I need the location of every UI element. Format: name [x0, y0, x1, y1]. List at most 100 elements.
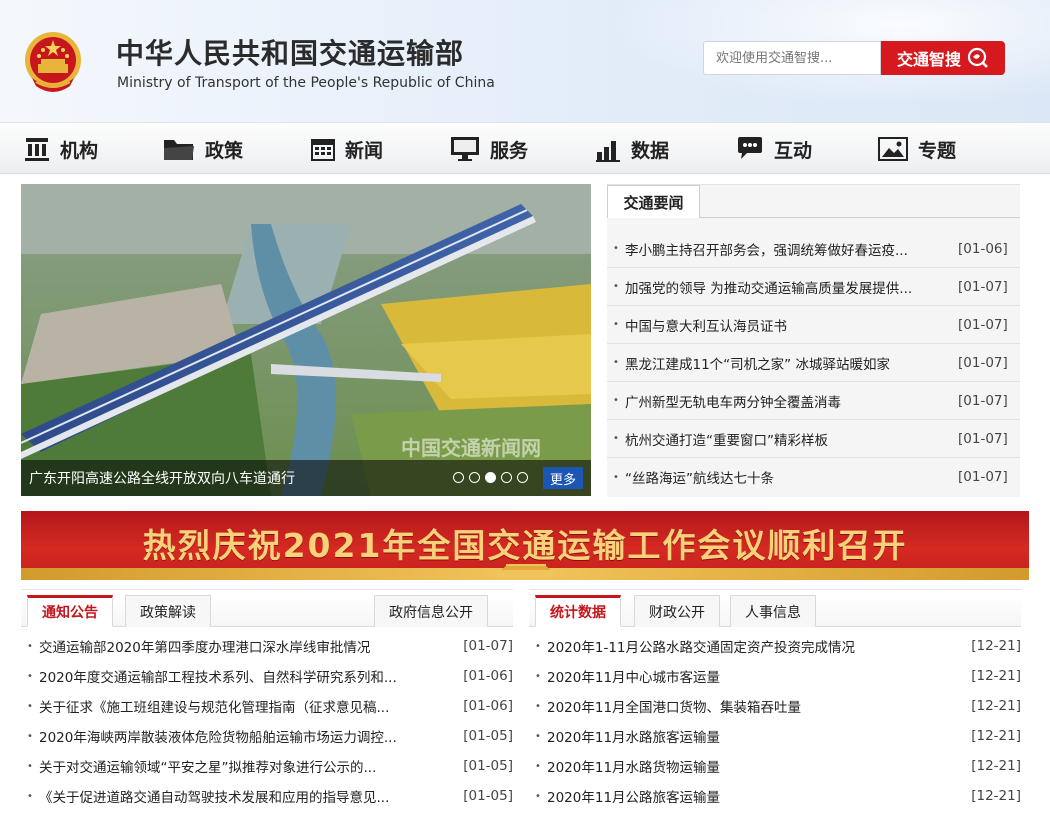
list-item[interactable]: • 2020年11月水路货物运输量 [12-21] — [529, 751, 1021, 781]
tab-notices[interactable]: 通知公告 — [27, 595, 113, 627]
notice-list: • 交通运输部2020年第四季度办理港口深水岸线审批情况 [01-07] • 2020… — [21, 631, 513, 811]
tab-policy-interpretation[interactable]: 政策解读 — [125, 595, 211, 627]
bar-chart-icon — [596, 141, 620, 162]
tab-statistics[interactable]: 统计数据 — [535, 595, 621, 627]
news-slider[interactable]: 中国交通新闻网 广东开阳高速公路全线开放双向八车道通行 更多 — [21, 184, 591, 496]
item-date: [12-21] — [971, 788, 1021, 804]
item-date: [01-05] — [463, 758, 513, 774]
nav-label: 服务 — [490, 139, 529, 162]
item-date: [12-21] — [971, 638, 1021, 654]
list-item[interactable]: • 2020年11月公路旅客运输量 [12-21] — [529, 781, 1021, 811]
slide-dot-active[interactable] — [485, 472, 496, 483]
item-date: [12-21] — [971, 668, 1021, 684]
news-item[interactable]: • 李小鹏主持召开部务会，强调统筹做好春运疫... [01-06] — [607, 230, 1020, 268]
item-title: 《关于促进道路交通自动驾驶技术发展和应用的指导意见... — [39, 790, 390, 806]
nav-item-institution[interactable]: 机构 — [24, 123, 98, 175]
news-title: 中国与意大利互认海员证书 — [625, 318, 787, 335]
slide-dot[interactable] — [501, 472, 512, 483]
chat-icon — [738, 137, 762, 159]
news-title: 杭州交通打造“重要窗口”精彩样板 — [625, 432, 828, 449]
nav-item-topics[interactable]: 专题 — [878, 123, 956, 175]
item-date: [01-06] — [463, 698, 513, 714]
news-item[interactable]: • 杭州交通打造“重要窗口”精彩样板 [01-07] — [607, 420, 1020, 458]
list-item[interactable]: • 2020年度交通运输部工程技术系列、自然科学研究系列和... [01-06] — [21, 661, 513, 691]
item-title: 交通运输部2020年第四季度办理港口深水岸线审批情况 — [39, 640, 371, 656]
site-title: 中华人民共和国交通运输部 — [116, 37, 465, 70]
list-item[interactable]: • 关于征求《施工班组建设与规范化管理指南（征求意见稿... [01-06] — [21, 691, 513, 721]
tab-government-info[interactable]: 政府信息公开 — [374, 595, 488, 627]
news-title: 李小鹏主持召开部务会，强调统筹做好春运疫... — [625, 242, 908, 259]
item-title: 2020年11月全国港口货物、集装箱吞吐量 — [547, 700, 802, 716]
list-item[interactable]: • 2020年1-11月公路水路交通固定资产投资完成情况 [12-21] — [529, 631, 1021, 661]
conference-banner[interactable]: 热烈庆祝2021年全国交通运输工作会议顺利召开 — [21, 511, 1029, 580]
nav-item-policy[interactable]: 政策 — [163, 123, 243, 175]
bullet: • — [613, 357, 619, 368]
bullet: • — [27, 790, 33, 802]
nav-label: 新闻 — [345, 139, 384, 162]
item-title: 2020年海峡两岸散装液体危险货物船舶运输市场运力调控... — [39, 730, 397, 746]
nav-item-data[interactable]: 数据 — [595, 123, 669, 175]
bullet: • — [535, 670, 541, 682]
bullet: • — [535, 700, 541, 712]
news-date: [01-07] — [958, 430, 1008, 447]
tab-transport-news[interactable]: 交通要闻 — [607, 185, 700, 218]
slide-caption-bar: 广东开阳高速公路全线开放双向八车道通行 更多 — [21, 460, 591, 496]
list-item[interactable]: • 2020年海峡两岸散装液体危险货物船舶运输市场运力调控... [01-05] — [21, 721, 513, 751]
slide-dot[interactable] — [517, 472, 528, 483]
tab-personnel[interactable]: 人事信息 — [730, 595, 816, 627]
news-item[interactable]: • 加强党的领导 为推动交通运输高质量发展提供... [01-07] — [607, 268, 1020, 306]
nav-label: 互动 — [774, 139, 813, 162]
item-date: [01-05] — [463, 788, 513, 804]
site-header: 中华人民共和国交通运输部 Ministry of Transport of th… — [0, 0, 1050, 122]
search-button[interactable]: 交通智搜 — [881, 41, 1005, 75]
news-title: 黑龙江建成11个“司机之家” 冰城驿站暖如家 — [625, 356, 890, 373]
list-item[interactable]: • 2020年11月中心城市客运量 [12-21] — [529, 661, 1021, 691]
item-title: 2020年11月水路货物运输量 — [547, 760, 721, 776]
news-item[interactable]: • 黑龙江建成11个“司机之家” 冰城驿站暖如家 [01-07] — [607, 344, 1020, 382]
list-item[interactable]: • 《关于促进道路交通自动驾驶技术发展和应用的指导意见... [01-05] — [21, 781, 513, 811]
bullet: • — [535, 640, 541, 652]
bullet: • — [613, 395, 619, 406]
nav-item-news[interactable]: 新闻 — [311, 123, 383, 175]
search-input[interactable] — [703, 41, 881, 75]
item-title: 关于征求《施工班组建设与规范化管理指南（征求意见稿... — [39, 700, 390, 716]
bullet: • — [27, 700, 33, 712]
nav-label: 政策 — [205, 139, 244, 162]
item-title: 关于对交通运输领域“平安之星”拟推荐对象进行公示的... — [39, 760, 377, 776]
bullet: • — [535, 760, 541, 772]
news-date: [01-07] — [958, 392, 1008, 409]
list-item[interactable]: • 2020年11月全国港口货物、集装箱吞吐量 [12-21] — [529, 691, 1021, 721]
nav-item-service[interactable]: 服务 — [450, 123, 528, 175]
bullet: • — [27, 640, 33, 652]
news-title: 加强党的领导 为推动交通运输高质量发展提供... — [625, 280, 913, 297]
slide-caption[interactable]: 广东开阳高速公路全线开放双向八车道通行 — [29, 468, 295, 488]
news-item[interactable]: • “丝路海运”航线达七十条 [01-07] — [607, 458, 1020, 496]
item-date: [01-05] — [463, 728, 513, 744]
tab-finance[interactable]: 财政公开 — [634, 595, 720, 627]
slide-dot[interactable] — [453, 472, 464, 483]
picture-icon — [878, 137, 908, 161]
statistics-panel: 统计数据 财政公开 人事信息 • 2020年1-11月公路水路交通固定资产投资完成… — [529, 589, 1021, 813]
list-item[interactable]: • 关于对交通运输领域“平安之星”拟推荐对象进行公示的... [01-05] — [21, 751, 513, 781]
national-emblem-icon[interactable] — [22, 28, 84, 96]
site-subtitle: Ministry of Transport of the People's Re… — [117, 75, 495, 91]
slide-pager — [453, 472, 528, 483]
list-item[interactable]: • 交通运输部2020年第四季度办理港口深水岸线审批情况 [01-07] — [21, 631, 513, 661]
item-title: 2020年11月中心城市客运量 — [547, 670, 721, 686]
news-date: [01-07] — [958, 354, 1008, 371]
slide-watermark: 中国交通新闻网 — [401, 436, 541, 460]
main-nav: 机构 政策 新闻 服务 数据 互动 专题 — [0, 122, 1050, 174]
news-item[interactable]: • 中国与意大利互认海员证书 [01-07] — [607, 306, 1020, 344]
list-item[interactable]: • 2020年11月水路旅客运输量 [12-21] — [529, 721, 1021, 751]
statistics-list: • 2020年1-11月公路水路交通固定资产投资完成情况 [12-21] • 2020… — [529, 631, 1021, 811]
item-title: 2020年度交通运输部工程技术系列、自然科学研究系列和... — [39, 670, 397, 686]
nav-label: 数据 — [631, 139, 670, 162]
calendar-icon — [311, 139, 335, 161]
item-date: [12-21] — [971, 698, 1021, 714]
news-item[interactable]: • 广州新型无轨电车两分钟全覆盖消毒 [01-07] — [607, 382, 1020, 420]
monitor-icon — [451, 137, 479, 161]
slide-dot[interactable] — [469, 472, 480, 483]
nav-item-interaction[interactable]: 互动 — [736, 123, 812, 175]
bullet: • — [27, 760, 33, 772]
slider-more-button[interactable]: 更多 — [543, 467, 583, 489]
